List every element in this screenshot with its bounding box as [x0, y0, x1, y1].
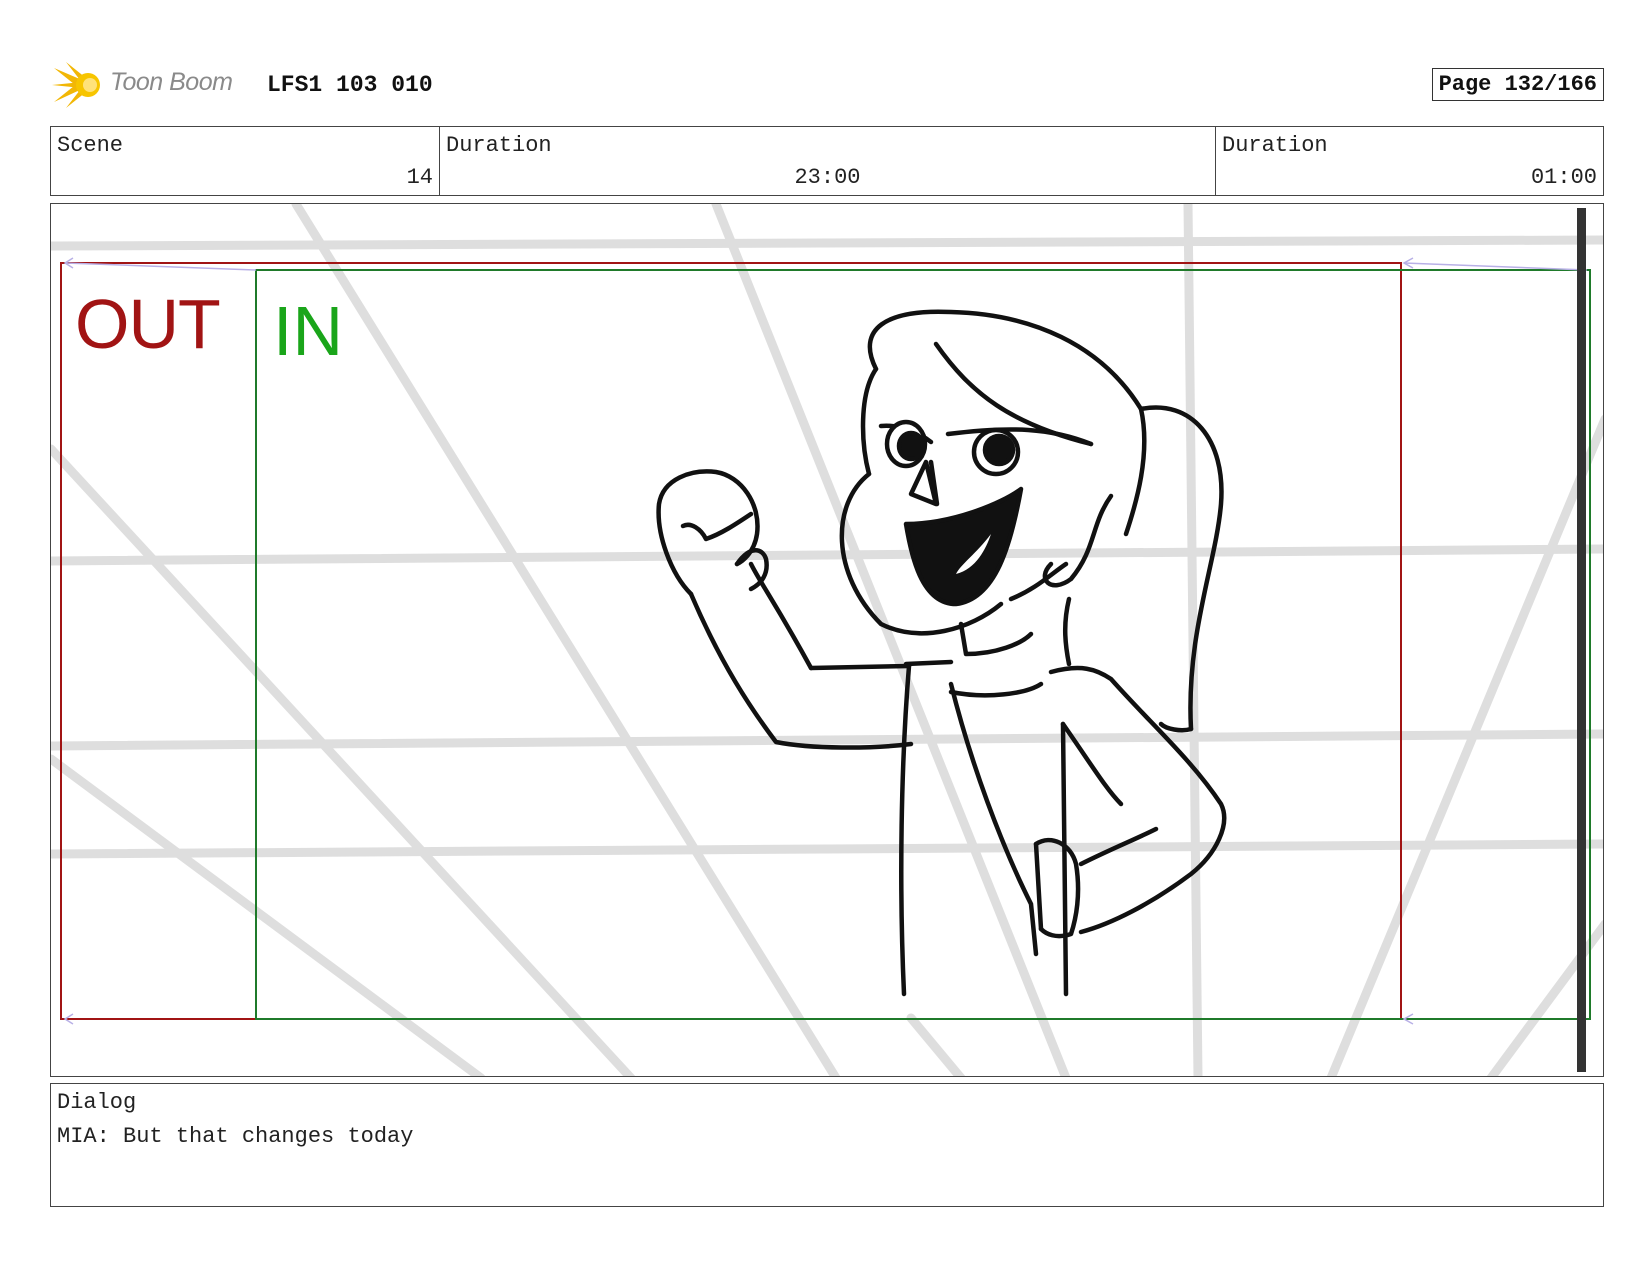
- dialog-text: MIA: But that changes today: [57, 1124, 414, 1149]
- panel-duration-label: Duration: [1222, 133, 1328, 158]
- brand-name: Toon Boom: [110, 68, 233, 96]
- in-frame: [255, 269, 1591, 1020]
- panel-duration-cell: Duration 01:00: [1215, 127, 1603, 195]
- page-header: Toon Boom LFS1 103 010 Page 132/166: [50, 58, 1604, 110]
- scene-value: 14: [406, 165, 433, 190]
- scene-label: Scene: [57, 133, 124, 158]
- camera-move-arrows: [63, 257, 1588, 1025]
- scene-duration-value: 23:00: [794, 165, 861, 190]
- storyboard-panel: OUT IN: [50, 203, 1604, 1077]
- scene-duration-label: Duration: [446, 133, 552, 158]
- frame-edge-bar: [1577, 208, 1586, 1072]
- out-frame-label: OUT: [75, 285, 221, 363]
- character-sketch: [656, 309, 1227, 997]
- scene-info-row: Scene 14 Duration 23:00 Duration 01:00: [50, 126, 1604, 196]
- scene-cell: Scene 14: [51, 127, 439, 195]
- panel-duration-value: 01:00: [1530, 165, 1597, 190]
- toon-boom-starburst-icon: [52, 62, 100, 108]
- in-frame-label: IN: [273, 292, 343, 370]
- dialog-box: Dialog MIA: But that changes today: [50, 1083, 1604, 1207]
- page-number: Page 132/166: [1431, 68, 1604, 101]
- production-code: LFS1 103 010: [267, 72, 433, 98]
- dialog-label: Dialog: [57, 1090, 137, 1115]
- scene-duration-cell: Duration 23:00: [439, 127, 1215, 195]
